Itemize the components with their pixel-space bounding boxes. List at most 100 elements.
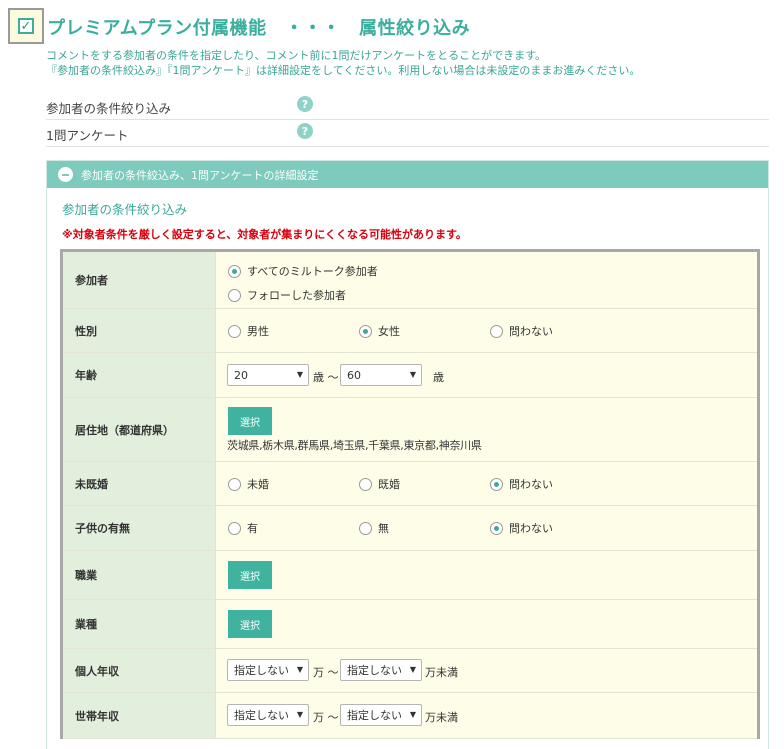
select-value: 指定しない xyxy=(347,709,402,722)
panel-header[interactable]: 参加者の条件絞込み、1問アンケートの詳細設定 xyxy=(47,161,768,188)
description-line-1: コメントをする参加者の条件を指定したり、コメント前に1問だけアンケートをとること… xyxy=(46,49,547,62)
detail-panel: 参加者の条件絞込み、1問アンケートの詳細設定 参加者の条件絞り込み ※対象者条件… xyxy=(46,160,769,749)
radio-icon[interactable] xyxy=(359,521,372,535)
description-line-2: 『参加者の条件絞込み』『1問アンケート』は詳細設定をしてください。利用しない場合… xyxy=(46,64,641,77)
select-value: 指定しない xyxy=(234,664,289,677)
residence-value: 茨城県,栃木県,群馬県,埼玉県,千葉県,東京都,神奈川県 xyxy=(227,439,482,452)
marital-any-radio[interactable]: 問わない xyxy=(490,476,553,492)
radio-label: 女性 xyxy=(378,325,400,338)
option-filter-row: 参加者の条件絞り込み ? xyxy=(46,94,769,120)
radio-label: フォローした参加者 xyxy=(247,289,346,302)
personal-income-label: 個人年収 xyxy=(63,649,216,692)
radio-icon[interactable] xyxy=(228,288,241,302)
marital-label: 未既婚 xyxy=(63,462,216,505)
marital-single-radio[interactable]: 未婚 xyxy=(228,476,269,492)
radio-label: 無 xyxy=(378,522,389,535)
dropdown-arrow-icon: ▼ xyxy=(296,665,303,674)
age-unit-to: 歳 xyxy=(433,371,444,384)
marital-married-radio[interactable]: 既婚 xyxy=(359,476,400,492)
age-row: 年齢 20 ▼ 歳 ～ 60 ▼ 歳 xyxy=(63,353,757,398)
radio-selected-icon[interactable] xyxy=(359,324,372,338)
select-value: 20 xyxy=(234,368,248,382)
radio-label: 既婚 xyxy=(378,478,400,491)
occupation-label: 職業 xyxy=(63,551,216,599)
gender-female-radio[interactable]: 女性 xyxy=(359,323,400,339)
income-unit-to: 万未満 xyxy=(425,666,458,679)
panel-header-label: 参加者の条件絞込み、1問アンケートの詳細設定 xyxy=(81,168,319,182)
personal-income-to-select[interactable]: 指定しない ▼ xyxy=(340,659,422,681)
condition-form: 参加者 すべてのミルトーク参加者 フォローした参加者 性別 男性 女性 問わない… xyxy=(60,249,760,739)
income-unit-to: 万未満 xyxy=(425,711,458,724)
children-any-radio[interactable]: 問わない xyxy=(490,520,553,536)
children-row: 子供の有無 有 無 問わない xyxy=(63,506,757,551)
children-label: 子供の有無 xyxy=(63,506,216,550)
radio-label: 有 xyxy=(247,522,258,535)
radio-icon[interactable] xyxy=(228,324,241,338)
premium-checkbox[interactable]: ✓ xyxy=(8,8,44,44)
household-income-to-select[interactable]: 指定しない ▼ xyxy=(340,704,422,726)
select-value: 60 xyxy=(347,368,361,382)
check-icon: ✓ xyxy=(18,18,34,34)
radio-selected-icon[interactable] xyxy=(490,477,503,491)
children-yes-radio[interactable]: 有 xyxy=(228,520,258,536)
radio-label: 未婚 xyxy=(247,478,269,491)
industry-select-button[interactable]: 選択 xyxy=(228,610,272,638)
age-to-select[interactable]: 60 ▼ xyxy=(340,364,422,386)
participant-row: 参加者 すべてのミルトーク参加者 フォローした参加者 xyxy=(63,252,757,309)
personal-income-from-select[interactable]: 指定しない ▼ xyxy=(227,659,309,681)
age-from-select[interactable]: 20 ▼ xyxy=(227,364,309,386)
dropdown-arrow-icon: ▼ xyxy=(409,710,416,719)
age-unit-from: 歳 ～ xyxy=(313,371,339,384)
help-icon[interactable]: ? xyxy=(297,123,313,139)
radio-label: 問わない xyxy=(509,478,553,491)
occupation-select-button[interactable]: 選択 xyxy=(228,561,272,589)
radio-label: 問わない xyxy=(509,522,553,535)
marital-row: 未既婚 未婚 既婚 問わない xyxy=(63,462,757,506)
select-value: 指定しない xyxy=(347,664,402,677)
option-filter-label: 参加者の条件絞り込み xyxy=(46,101,172,116)
select-value: 指定しない xyxy=(234,709,289,722)
help-icon[interactable]: ? xyxy=(297,96,313,112)
industry-label: 業種 xyxy=(63,600,216,648)
radio-label: 男性 xyxy=(247,325,269,338)
income-unit-from: 万 ～ xyxy=(313,711,339,724)
gender-male-radio[interactable]: 男性 xyxy=(228,323,269,339)
dropdown-arrow-icon: ▼ xyxy=(409,665,416,674)
occupation-row: 職業 選択 xyxy=(63,551,757,600)
radio-selected-icon[interactable] xyxy=(228,264,241,278)
personal-income-row: 個人年収 指定しない ▼ 万 ～ 指定しない ▼ 万未満 xyxy=(63,649,757,693)
radio-selected-icon[interactable] xyxy=(490,521,503,535)
radio-icon[interactable] xyxy=(359,477,372,491)
warning-text: ※対象者条件を厳しく設定すると、対象者が集まりにくくなる可能性があります。 xyxy=(62,228,467,241)
participant-label: 参加者 xyxy=(63,252,216,308)
residence-label: 居住地（都道府県） xyxy=(63,398,216,461)
dropdown-arrow-icon: ▼ xyxy=(409,370,416,379)
description: コメントをする参加者の条件を指定したり、コメント前に1問だけアンケートをとること… xyxy=(46,48,640,78)
participant-follow-radio[interactable]: フォローした参加者 xyxy=(228,287,346,303)
radio-label: 問わない xyxy=(509,325,553,338)
children-no-radio[interactable]: 無 xyxy=(359,520,389,536)
gender-label: 性別 xyxy=(63,309,216,352)
household-income-from-select[interactable]: 指定しない ▼ xyxy=(227,704,309,726)
radio-icon[interactable] xyxy=(490,324,503,338)
dropdown-arrow-icon: ▼ xyxy=(296,370,303,379)
residence-row: 居住地（都道府県） 選択 茨城県,栃木県,群馬県,埼玉県,千葉県,東京都,神奈川… xyxy=(63,398,757,462)
participant-all-radio[interactable]: すべてのミルトーク参加者 xyxy=(228,263,378,279)
section-title: 参加者の条件絞り込み xyxy=(62,202,188,217)
residence-select-button[interactable]: 選択 xyxy=(228,407,272,435)
option-survey-row: 1問アンケート ? xyxy=(46,121,769,147)
radio-icon[interactable] xyxy=(228,521,241,535)
collapse-icon[interactable] xyxy=(58,167,73,182)
gender-any-radio[interactable]: 問わない xyxy=(490,323,553,339)
dropdown-arrow-icon: ▼ xyxy=(296,710,303,719)
radio-label: すべてのミルトーク参加者 xyxy=(247,265,378,278)
gender-row: 性別 男性 女性 問わない xyxy=(63,309,757,353)
age-label: 年齢 xyxy=(63,353,216,397)
option-survey-label: 1問アンケート xyxy=(46,128,129,143)
income-unit-from: 万 ～ xyxy=(313,666,339,679)
household-income-row: 世帯年収 指定しない ▼ 万 ～ 指定しない ▼ 万未満 xyxy=(63,693,757,739)
industry-row: 業種 選択 xyxy=(63,600,757,649)
household-income-label: 世帯年収 xyxy=(63,693,216,738)
page-title: プレミアムプラン付属機能 ・・・ 属性絞り込み xyxy=(47,18,471,39)
radio-icon[interactable] xyxy=(228,477,241,491)
